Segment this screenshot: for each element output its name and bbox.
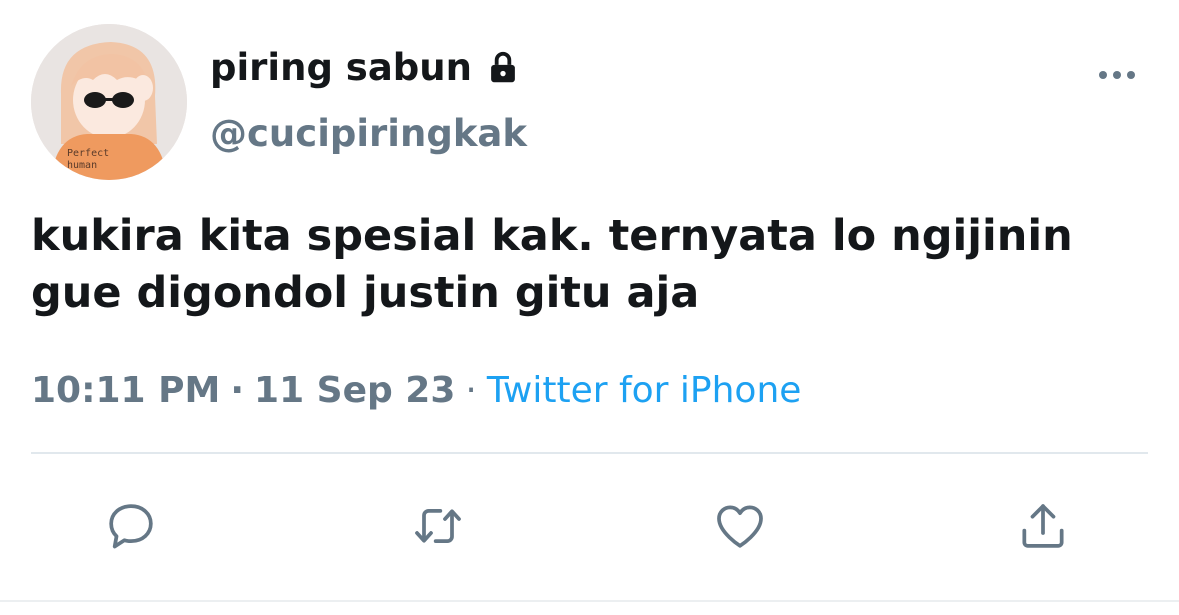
more-options-icon[interactable] xyxy=(1097,66,1137,84)
tweet-time[interactable]: 10:11 PM xyxy=(31,370,220,411)
lock-icon xyxy=(484,49,522,87)
like-button[interactable] xyxy=(712,498,768,554)
tweet-date[interactable]: 11 Sep 23 xyxy=(254,370,455,411)
tweet-meta: 10:11 PM · 11 Sep 23 · Twitter for iPhone xyxy=(31,369,801,413)
meta-separator-source: · xyxy=(465,370,477,411)
retweet-icon xyxy=(415,508,461,544)
user-handle[interactable]: @cucipiringkak xyxy=(210,112,527,156)
svg-text:human: human xyxy=(67,160,97,171)
meta-separator: · xyxy=(230,370,245,411)
reply-icon xyxy=(109,504,153,549)
bottom-divider xyxy=(0,600,1179,602)
divider xyxy=(31,452,1148,454)
display-name-text[interactable]: piring sabun xyxy=(210,46,472,90)
avatar[interactable]: Perfect human xyxy=(31,24,187,180)
display-name[interactable]: piring sabun xyxy=(210,46,522,90)
heart-icon xyxy=(717,505,763,548)
retweet-button[interactable] xyxy=(410,498,466,554)
share-icon xyxy=(1022,504,1064,548)
share-button[interactable] xyxy=(1015,498,1071,554)
avatar-shirt-text: Perfect xyxy=(67,148,109,159)
tweet-source-link[interactable]: Twitter for iPhone xyxy=(487,370,802,411)
tweet-text: kukira kita spesial kak. ternyata lo ngi… xyxy=(31,211,1073,318)
reply-button[interactable] xyxy=(103,498,159,554)
